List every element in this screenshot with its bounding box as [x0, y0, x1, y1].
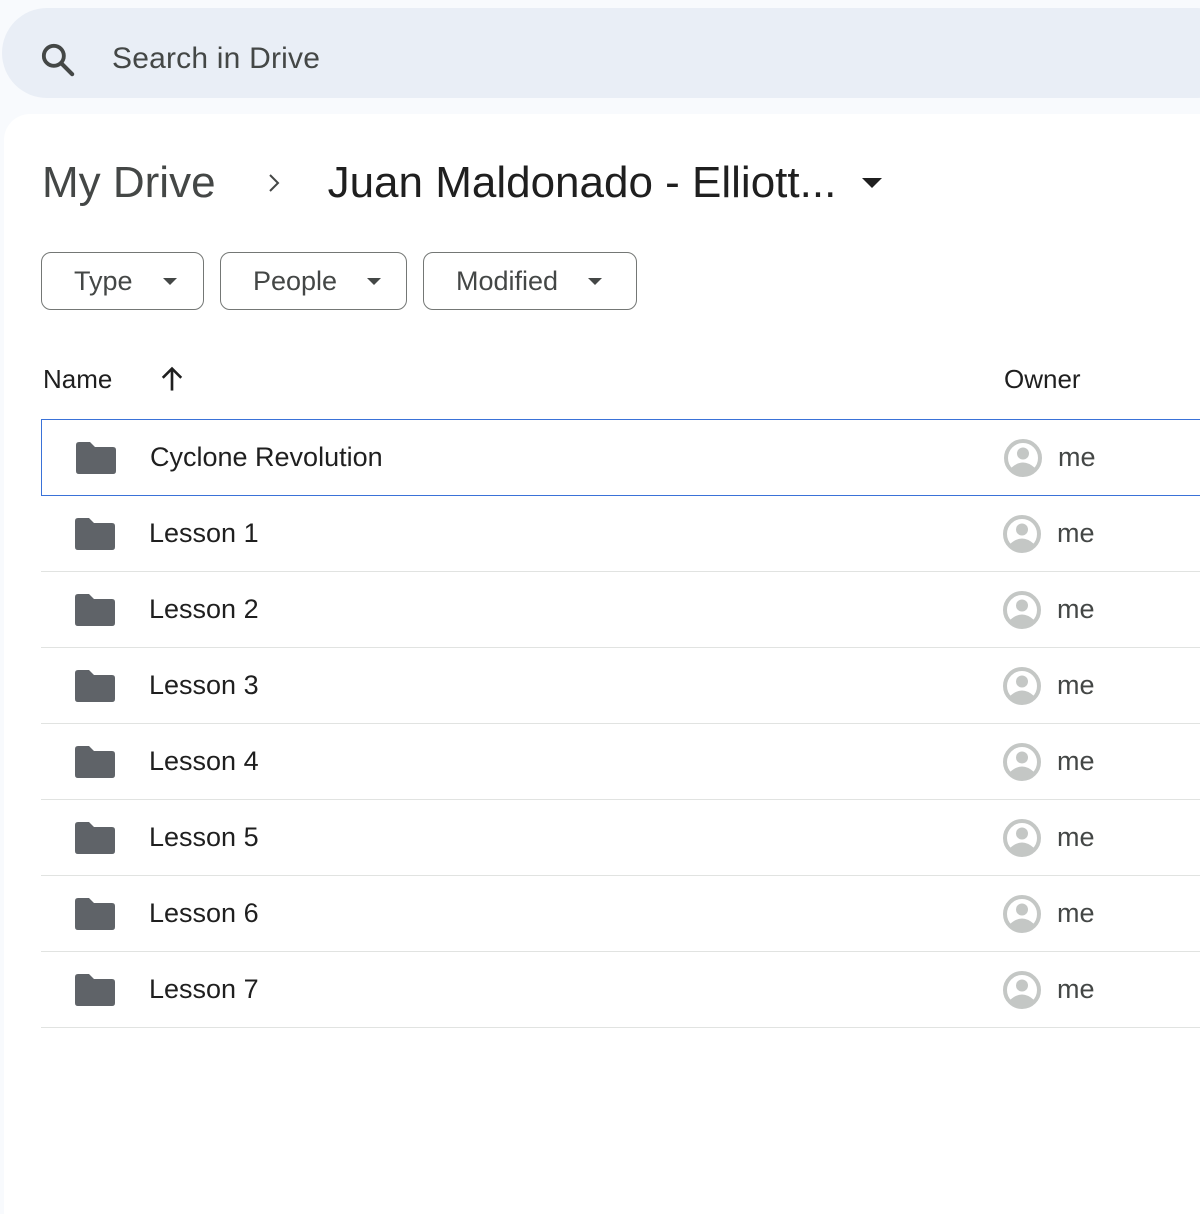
owner-name: me: [1057, 670, 1095, 700]
avatar-icon: [1004, 439, 1042, 477]
folder-icon: [75, 746, 115, 778]
chevron-right-icon: [268, 174, 279, 192]
file-row[interactable]: Lesson 1 me: [41, 496, 1200, 572]
owner-name: me: [1057, 898, 1095, 928]
folder-icon: [75, 974, 115, 1006]
avatar-icon: [1003, 743, 1041, 781]
caret-down-icon: [367, 277, 382, 285]
folder-icon: [75, 822, 115, 854]
owner-name: me: [1057, 746, 1095, 776]
owner-name: me: [1057, 974, 1095, 1004]
file-name[interactable]: Lesson 5: [149, 822, 259, 853]
arrow-up-icon[interactable]: [158, 364, 186, 394]
filter-modified-button[interactable]: Modified: [423, 252, 637, 310]
owner-name: me: [1057, 822, 1095, 852]
caret-down-icon[interactable]: [862, 178, 883, 188]
caret-down-icon: [162, 277, 177, 285]
avatar-icon: [1003, 971, 1041, 1009]
avatar-icon: [1003, 667, 1041, 705]
file-row[interactable]: Cyclone Revolution me: [41, 419, 1200, 496]
owner-name: me: [1057, 594, 1095, 624]
search-icon[interactable]: [38, 40, 78, 80]
file-name[interactable]: Lesson 2: [149, 594, 259, 625]
filter-type-label: Type: [74, 265, 133, 296]
search-input[interactable]: Search in Drive: [112, 42, 320, 76]
breadcrumb: My Drive Juan Maldonado - Elliott...: [42, 155, 883, 211]
column-header-owner: Owner: [1004, 364, 1081, 394]
filter-chips: Type People Modified: [41, 252, 637, 310]
file-row[interactable]: Lesson 2 me: [41, 572, 1200, 648]
file-row[interactable]: Lesson 6 me: [41, 876, 1200, 952]
avatar-icon: [1003, 515, 1041, 553]
folder-icon: [75, 670, 115, 702]
owner-name: me: [1058, 442, 1096, 472]
file-name[interactable]: Lesson 3: [149, 670, 259, 701]
column-header-name[interactable]: Name: [43, 364, 112, 395]
breadcrumb-current-folder[interactable]: Juan Maldonado - Elliott...: [328, 158, 837, 208]
file-name[interactable]: Lesson 1: [149, 518, 259, 549]
filter-people-button[interactable]: People: [220, 252, 407, 310]
file-name[interactable]: Lesson 4: [149, 746, 259, 777]
folder-icon: [76, 442, 116, 474]
file-name[interactable]: Lesson 6: [149, 898, 259, 929]
folder-icon: [75, 898, 115, 930]
breadcrumb-my-drive[interactable]: My Drive: [42, 158, 216, 208]
owner-name: me: [1057, 518, 1095, 548]
file-row[interactable]: Lesson 3 me: [41, 648, 1200, 724]
search-bar[interactable]: Search in Drive: [2, 8, 1200, 98]
file-row[interactable]: Lesson 4 me: [41, 724, 1200, 800]
file-name[interactable]: Cyclone Revolution: [150, 442, 383, 473]
file-name[interactable]: Lesson 7: [149, 974, 259, 1005]
filter-modified-label: Modified: [456, 265, 559, 296]
caret-down-icon: [588, 277, 603, 285]
filter-type-button[interactable]: Type: [41, 252, 204, 310]
file-row[interactable]: Lesson 5 me: [41, 800, 1200, 876]
folder-icon: [75, 594, 115, 626]
file-list: Cyclone Revolution me Lesson 1 me Lesson 2 me…: [41, 419, 1200, 1028]
file-row[interactable]: Lesson 7 me: [41, 952, 1200, 1028]
filter-people-label: People: [253, 265, 338, 296]
avatar-icon: [1003, 819, 1041, 857]
avatar-icon: [1003, 591, 1041, 629]
folder-icon: [75, 518, 115, 550]
avatar-icon: [1003, 895, 1041, 933]
